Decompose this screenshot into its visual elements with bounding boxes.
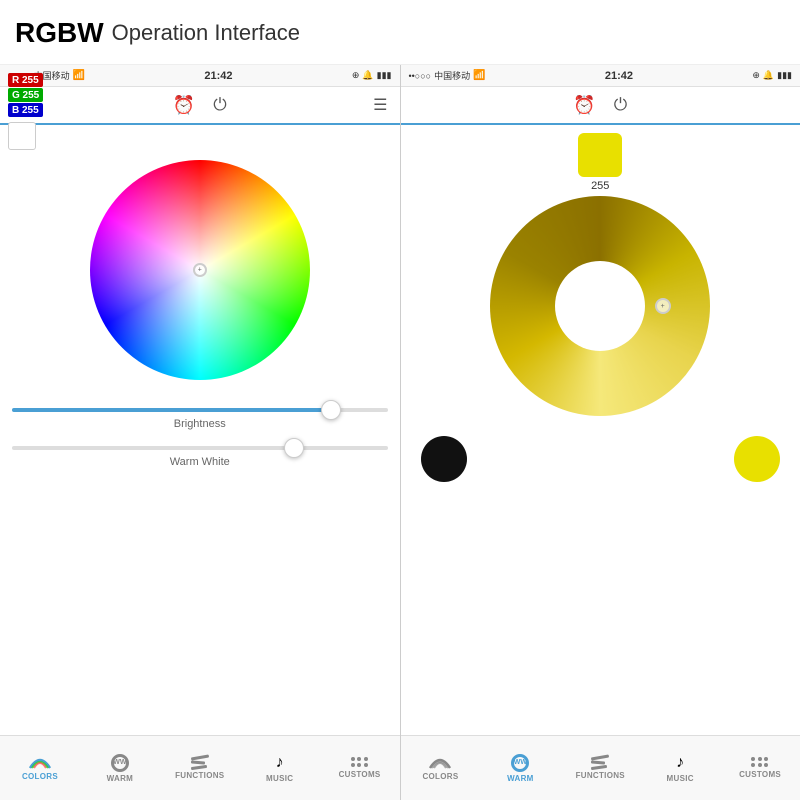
left-nav-warm[interactable]: WW WARM (80, 736, 160, 800)
left-nav-bar: ☰ ⏰ ⏻ ☰ (0, 87, 400, 125)
g-indicator: G 255 (8, 88, 43, 102)
left-warm-label: WARM (107, 774, 134, 783)
warm-ring-container[interactable]: + (401, 196, 800, 416)
left-wifi-icon: 📶 (73, 70, 85, 81)
left-nav-colors[interactable]: COLORS (0, 736, 80, 800)
left-nav-functions[interactable]: FUNCTIONS (160, 736, 240, 800)
color-preview: 255 (578, 133, 622, 192)
brightness-thumb[interactable] (321, 400, 341, 420)
title-bar: RGBW Operation Interface (0, 0, 800, 65)
warm-ring-inner (555, 261, 645, 351)
left-functions-label: FUNCTIONS (175, 771, 224, 780)
right-music-label: MUSIC (667, 774, 694, 783)
right-nav-bar: ⏰ ⏻ (401, 87, 800, 125)
right-wifi-icon: 📶 (473, 70, 485, 81)
black-swatch[interactable] (421, 436, 467, 482)
right-nav-music[interactable]: ♪ MUSIC (640, 736, 720, 800)
right-bottom-nav: COLORS WW WARM FUNCTIONS (401, 735, 800, 800)
right-nav-center-icons: ⏰ ⏻ (573, 95, 627, 116)
color-wheel[interactable]: + (90, 160, 310, 380)
left-colors-label: COLORS (22, 772, 58, 781)
right-alarm-icon[interactable]: ⏰ (573, 95, 595, 116)
brightness-track[interactable] (12, 408, 388, 412)
warmwhite-slider-row: Warm White (12, 446, 388, 468)
rgb-indicators: R 255 G 255 B 255 (8, 73, 43, 150)
title-bold: RGBW (15, 17, 104, 49)
right-warm-icon: WW (511, 754, 529, 772)
right-colors-icon (428, 756, 452, 770)
right-nav-warm[interactable]: WW WARM (480, 736, 560, 800)
left-customs-label: CUSTOMS (339, 770, 381, 779)
warmwhite-track[interactable] (12, 446, 388, 450)
left-nav-music[interactable]: ♪ MUSIC (240, 736, 320, 800)
left-status-bar: ••○○○ 中国移动 📶 21:42 ⊕ 🔔 ▮▮▮ (0, 65, 400, 87)
left-power-icon[interactable]: ⏻ (213, 95, 226, 115)
right-phone-panel: ••○○○ 中国移动 📶 21:42 ⊕ 🔔 ▮▮▮ ⏰ ⏻ (401, 65, 800, 800)
left-nav-right-icons: ☰ (373, 95, 387, 115)
right-nav-colors[interactable]: COLORS (401, 736, 481, 800)
right-signal: ••○○○ (409, 71, 432, 81)
left-music-icon: ♪ (276, 754, 284, 772)
right-bell-icon: 🔔 (763, 70, 774, 81)
warm-ring-dot[interactable]: + (655, 298, 671, 314)
left-menu2-icon[interactable]: ☰ (373, 95, 387, 115)
right-nav-customs[interactable]: CUSTOMS (720, 736, 800, 800)
left-bell-icon: 🔔 (362, 70, 373, 81)
right-music-icon: ♪ (676, 754, 684, 772)
left-nav-customs[interactable]: CUSTOMS (320, 736, 400, 800)
color-wheel-container[interactable]: + (0, 160, 400, 380)
title-normal: Operation Interface (112, 20, 300, 46)
warmwhite-label: Warm White (12, 456, 388, 468)
right-customs-icon (751, 757, 769, 767)
brightness-slider-row: Brightness (12, 408, 388, 430)
right-functions-icon (591, 756, 609, 769)
left-warm-icon: WW (111, 754, 129, 772)
left-music-label: MUSIC (266, 774, 293, 783)
sliders-area: Brightness Warm White (0, 400, 400, 484)
warm-ring[interactable]: + (490, 196, 710, 416)
left-time: 21:42 (204, 70, 232, 82)
left-battery-icon: ▮▮▮ (377, 70, 392, 81)
right-bt-icon: ⊕ (752, 70, 760, 81)
right-status-left: ••○○○ 中国移动 📶 (409, 69, 486, 82)
r-indicator: R 255 (8, 73, 43, 87)
right-power-icon[interactable]: ⏻ (614, 95, 627, 115)
warmwhite-thumb[interactable] (284, 438, 304, 458)
left-phone-panel: ••○○○ 中国移动 📶 21:42 ⊕ 🔔 ▮▮▮ ☰ ⏰ ⏻ (0, 65, 401, 800)
right-functions-label: FUNCTIONS (576, 771, 625, 780)
right-status-bar: ••○○○ 中国移动 📶 21:42 ⊕ 🔔 ▮▮▮ (401, 65, 800, 87)
white-swatch (8, 122, 36, 150)
right-customs-label: CUSTOMS (739, 770, 781, 779)
wheel-center-dot: + (193, 263, 207, 277)
right-colors-label: COLORS (422, 772, 458, 781)
right-warm-label: WARM (507, 774, 534, 783)
swatches-row (401, 424, 800, 494)
left-functions-icon (191, 756, 209, 769)
right-nav-functions[interactable]: FUNCTIONS (560, 736, 640, 800)
right-time: 21:42 (605, 70, 633, 82)
yellow-swatch[interactable] (734, 436, 780, 482)
right-status-right: ⊕ 🔔 ▮▮▮ (752, 70, 792, 81)
left-alarm-icon[interactable]: ⏰ (173, 95, 195, 116)
preview-swatch (578, 133, 622, 177)
left-nav-center-icons: ⏰ ⏻ (173, 95, 227, 116)
left-bt-icon: ⊕ (352, 70, 360, 81)
b-indicator: B 255 (8, 103, 43, 117)
left-status-right: ⊕ 🔔 ▮▮▮ (352, 70, 392, 81)
right-top-area: 255 (401, 125, 800, 192)
right-battery-icon: ▮▮▮ (777, 70, 792, 81)
left-customs-icon (351, 757, 369, 767)
preview-value: 255 (591, 180, 609, 192)
right-carrier: 中国移动 (434, 69, 470, 82)
left-bottom-nav: COLORS WW WARM FUNCTIONS (0, 735, 400, 800)
left-colors-icon (28, 756, 52, 770)
